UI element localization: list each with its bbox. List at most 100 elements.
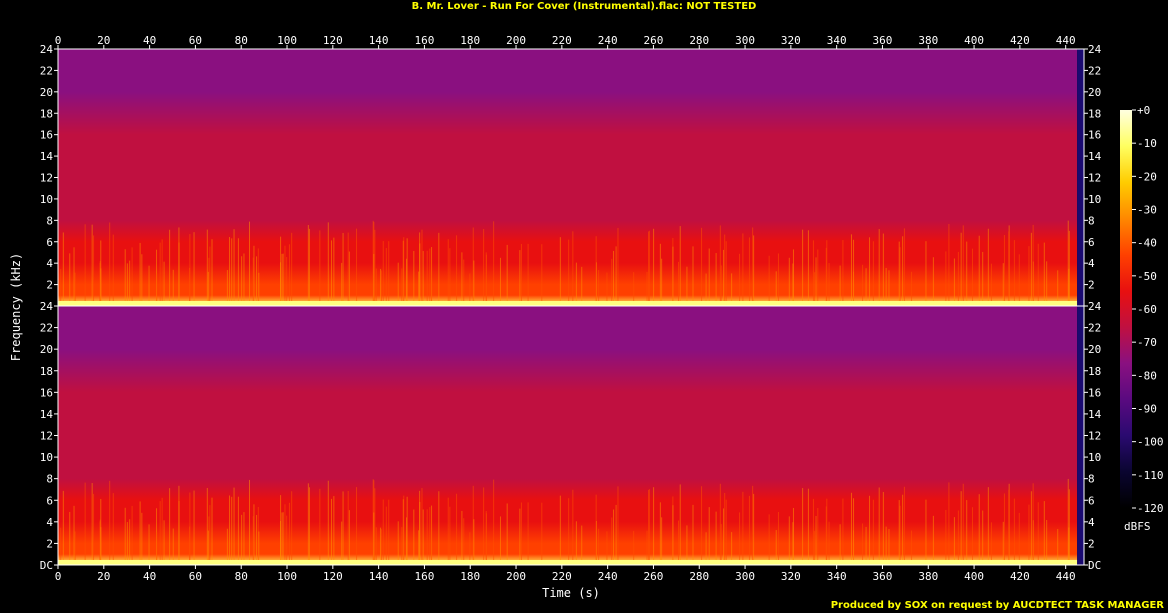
colorbar-unit-label: dBFS [1124,520,1151,533]
x-tick-label: 100 [277,570,297,583]
y-tick-label: 10 [1088,451,1101,464]
colorbar-tick-label: -70 [1137,336,1157,349]
y-tick-label: 8 [46,473,53,486]
colorbar-tick-label: -50 [1137,270,1157,283]
x-tick-label: 320 [781,570,801,583]
y-tick-label: 14 [1088,150,1102,163]
y-tick-label: 24 [1088,300,1102,313]
colorbar-gradient [1120,110,1132,508]
x-tick-label: 420 [1010,34,1030,47]
x-tick-label: 160 [414,34,434,47]
x-tick-label: 300 [735,34,755,47]
y-tick-label: 16 [1088,129,1101,142]
x-tick-label: 60 [189,570,202,583]
x-tick-label: 320 [781,34,801,47]
y-tick-label: 16 [40,129,53,142]
y-tick-label: 14 [1088,408,1102,421]
y-tick-label: 6 [46,236,53,249]
y-tick-label: 6 [46,494,53,507]
y-tick-label: 4 [46,257,53,270]
y-tick-label: 18 [40,365,53,378]
colorbar-tick-label: +0 [1137,104,1150,117]
x-tick-label: 40 [143,34,156,47]
x-tick-label: 280 [689,34,709,47]
x-tick-label: 380 [918,570,938,583]
x-tick-label: 120 [323,34,343,47]
y-tick-label: 18 [1088,107,1101,120]
colorbar: +0 -10 -20 -30 -40 -50 -60 -70 -80 -90 -100 -110 -12… [1120,104,1164,515]
y-tick-label: 20 [40,86,53,99]
colorbar-tick-label: -120 [1137,502,1164,515]
y-tick-label: 22 [40,64,53,77]
x-tick-label: 80 [235,570,248,583]
x-tick-label: 340 [827,570,847,583]
y-tick-label: 12 [1088,172,1101,185]
y-tick-label: 10 [40,193,53,206]
y-tick-label: 10 [1088,193,1101,206]
y-tick-label: 4 [1088,257,1095,270]
x-tick-label: 20 [97,34,110,47]
x-tick-label: 400 [964,570,984,583]
y-tick-label: 2 [46,537,53,550]
x-tick-label: 20 [97,570,110,583]
x-tick-label: 120 [323,570,343,583]
channel-2-spectrogram [58,306,1078,565]
x-tick-label: 380 [918,34,938,47]
colorbar-tick-label: -100 [1137,436,1164,449]
y-tick-label: 20 [1088,86,1101,99]
x-tick-label: 340 [827,34,847,47]
x-tick-label: 100 [277,34,297,47]
y-tick-label: 22 [1088,64,1101,77]
x-tick-label: 180 [460,34,480,47]
y-tick-label: 16 [40,386,53,399]
x-tick-label: 0 [55,34,62,47]
dc-band [58,560,1078,565]
colorbar-tick-label: -20 [1137,170,1157,183]
y-tick-label: 18 [1088,365,1101,378]
x-tick-label: 360 [873,570,893,583]
y-tick-label: 12 [40,172,53,185]
y-tick-label: 24 [40,300,54,313]
x-tick-label: 140 [369,34,389,47]
spectrogram-chart: 2 24 46 68 810 1012 1214 1416 1618 1820 2022 2224 24… [9,34,1164,600]
x-tick-label: 0 [55,570,62,583]
y-tick-label: 22 [40,322,53,335]
y-tick-label: 14 [40,408,54,421]
y-tick-label: 6 [1088,236,1095,249]
x-tick-label: 220 [552,34,572,47]
x-tick-label: 40 [143,570,156,583]
y-tick-label: 18 [40,107,53,120]
y-tick-label: 12 [40,430,53,443]
y-tick-label: 22 [1088,322,1101,335]
y-tick-label: 16 [1088,386,1101,399]
y-tick-label: 14 [40,150,54,163]
x-tick-label: 200 [506,570,526,583]
y-tick-label: DC [40,559,53,572]
y-tick-label: 8 [1088,214,1095,227]
x-tick-label: 160 [414,570,434,583]
colorbar-tick-label: -30 [1137,204,1157,217]
y-tick-label: 2 [46,279,53,292]
x-tick-label: 280 [689,570,709,583]
y-tick-label: 24 [1088,43,1102,56]
y-tick-label: 12 [1088,430,1101,443]
y-tick-label: 2 [1088,279,1095,292]
channel-1-spectrogram [58,49,1078,306]
colorbar-tick-label: -40 [1137,237,1157,250]
colorbar-tick-label: -60 [1137,303,1157,316]
y-tick-label: 2 [1088,537,1095,550]
x-tick-label: 440 [1056,570,1076,583]
dc-band [58,301,1078,306]
y-tick-label: 8 [1088,473,1095,486]
x-tick-label: 260 [644,570,664,583]
x-tick-label: 420 [1010,570,1030,583]
x-tick-label: 200 [506,34,526,47]
y-tick-label: 24 [40,43,54,56]
silence-region [1077,49,1084,306]
x-tick-label: 240 [598,34,618,47]
y-tick-label: 8 [46,214,53,227]
y-tick-label: 10 [40,451,53,464]
y-tick-label: 20 [40,343,53,356]
footer-credit: Produced by SOX on request by AUCDTECT T… [830,600,1164,611]
x-tick-label: 360 [873,34,893,47]
